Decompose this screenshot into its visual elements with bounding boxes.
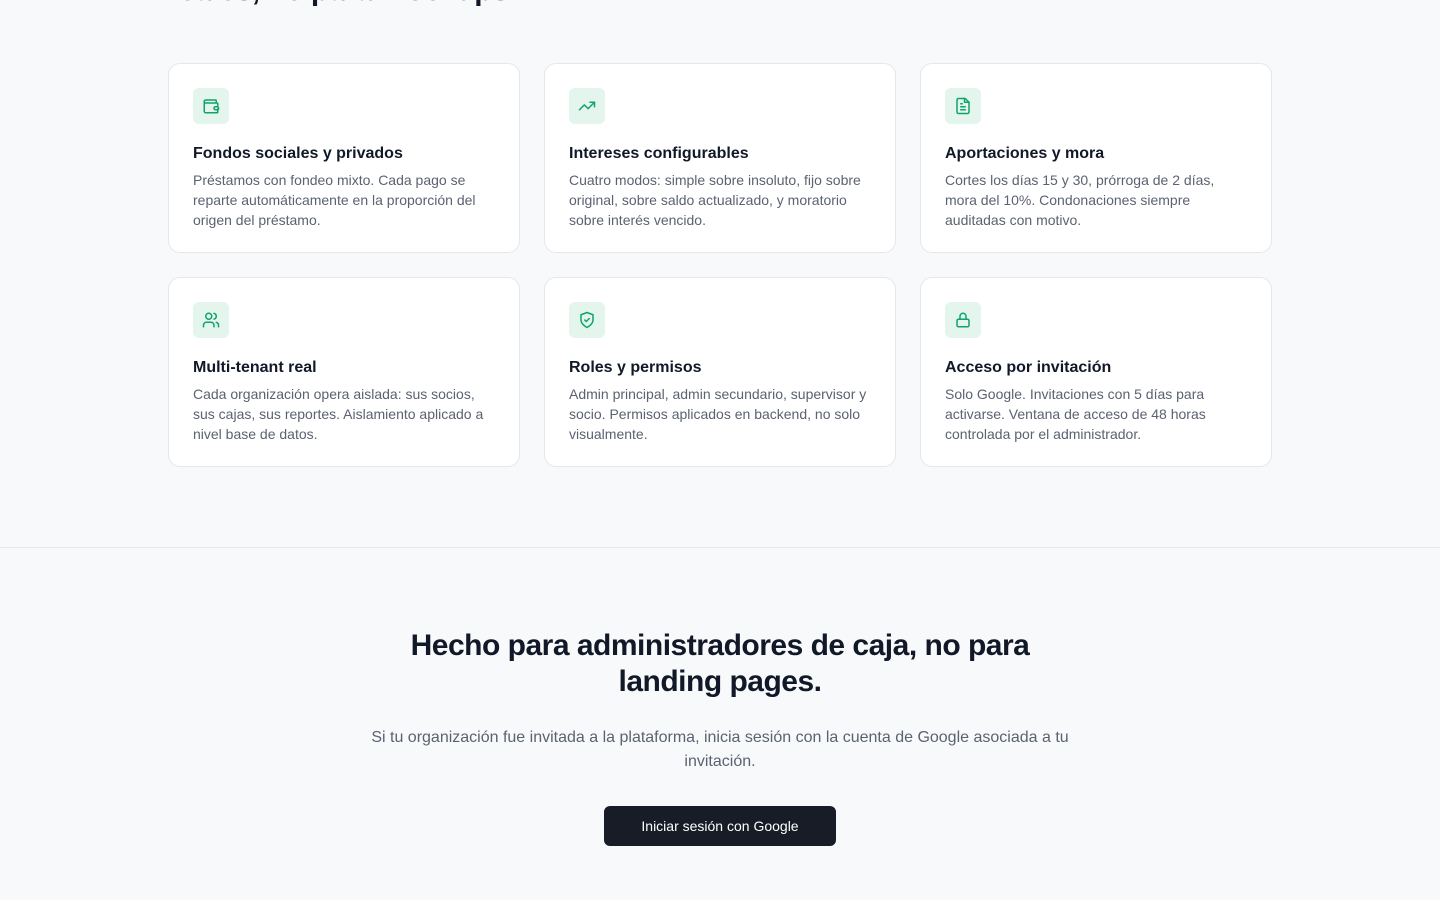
feature-title: Aportaciones y mora <box>945 145 1105 162</box>
feature-description: Préstamos con fondeo mixto. Cada pago se… <box>193 172 476 228</box>
section-divider <box>0 547 1440 548</box>
lock-icon <box>945 302 981 338</box>
users-icon <box>193 302 229 338</box>
feature-description: Cuatro modos: simple sobre insoluto, fij… <box>569 172 861 228</box>
feature-description: Solo Google. Invitaciones con 5 días par… <box>945 386 1206 442</box>
feature-card-acceso: Acceso por invitación Solo Google. Invit… <box>920 277 1272 467</box>
cta-title: Hecho para administradores de caja, no p… <box>410 629 1030 698</box>
feature-card-fondos: Fondos sociales y privados Préstamos con… <box>168 63 520 253</box>
feature-card-intereses: Intereses configurables Cuatro modos: si… <box>544 63 896 253</box>
feature-card-multitenant: Multi-tenant real Cada organización oper… <box>168 277 520 467</box>
trending-up-icon <box>569 88 605 124</box>
cta-subtitle: Si tu organización fue invitada a la pla… <box>371 729 1069 770</box>
feature-description: Cortes los días 15 y 30, prórroga de 2 d… <box>945 172 1215 228</box>
feature-title: Multi-tenant real <box>193 359 317 376</box>
feature-description: Cada organización opera aislada: sus soc… <box>193 386 484 442</box>
landing-page: reales, no para mockups. Fondos sociales… <box>0 0 1440 900</box>
feature-title: Intereses configurables <box>569 145 749 162</box>
wallet-icon <box>193 88 229 124</box>
feature-title: Acceso por invitación <box>945 359 1112 376</box>
feature-card-roles: Roles y permisos Admin principal, admin … <box>544 277 896 467</box>
shield-check-icon <box>569 302 605 338</box>
features-section-title: reales, no para mockups. <box>168 0 517 8</box>
document-icon <box>945 88 981 124</box>
feature-description: Admin principal, admin secundario, super… <box>569 386 867 442</box>
cta-section: Hecho para administradores de caja, no p… <box>0 628 1440 846</box>
features-grid: Fondos sociales y privados Préstamos con… <box>168 63 1272 467</box>
feature-title: Roles y permisos <box>569 359 702 376</box>
feature-card-aportaciones: Aportaciones y mora Cortes los días 15 y… <box>920 63 1272 253</box>
feature-title: Fondos sociales y privados <box>193 145 403 162</box>
google-sign-in-button[interactable]: Iniciar sesión con Google <box>604 806 836 846</box>
